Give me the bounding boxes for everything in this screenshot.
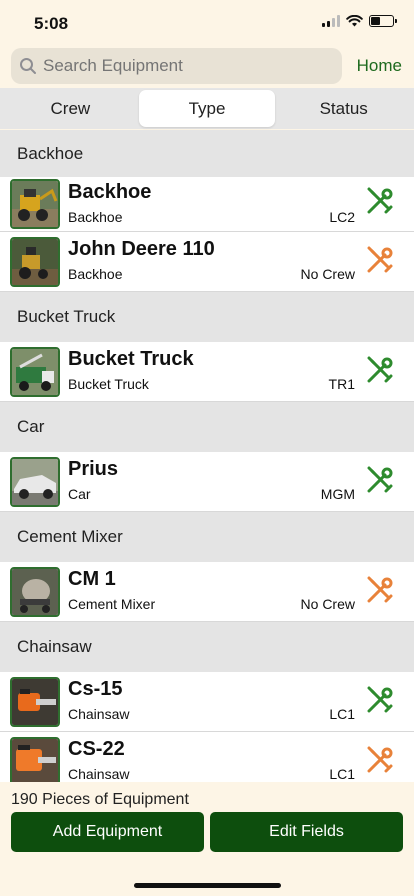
list-item[interactable]: Bucket Truck Bucket Truck TR1 [0,342,414,402]
equipment-name: Bucket Truck [68,348,194,370]
equipment-type: Bucket Truck [68,376,149,392]
equipment-name: Prius [68,458,119,480]
home-indicator[interactable] [134,883,281,888]
list-item[interactable]: Prius Car MGM [0,452,414,512]
list-item[interactable]: CS-22 Chainsaw LC1 [0,732,414,782]
wrench-screwdriver-icon[interactable] [364,466,394,496]
search-icon [20,58,36,74]
edit-fields-button[interactable]: Edit Fields [210,812,403,852]
wrench-screwdriver-icon[interactable] [364,187,394,217]
section-header-chainsaw: Chainsaw [0,622,414,672]
equipment-thumbnail [10,567,60,617]
list-item[interactable]: John Deere 110 Backhoe No Crew [0,232,414,292]
equipment-thumbnail [10,237,60,287]
equipment-name: CM 1 [68,568,116,590]
equipment-type: Chainsaw [68,766,130,782]
section-header-cement-mixer: Cement Mixer [0,512,414,562]
equipment-name: Cs-15 [68,678,123,700]
equipment-thumbnail [10,179,60,229]
equipment-type: Backhoe [68,209,123,225]
tab-crew[interactable]: Crew [2,90,139,127]
equipment-thumbnail [10,677,60,727]
equipment-crew: No Crew [300,596,355,612]
equipment-type: Car [68,486,91,502]
status-icons [322,15,397,27]
signal-icon [322,15,340,27]
equipment-name: Backhoe [68,181,152,203]
equipment-thumbnail [10,347,60,397]
tab-status[interactable]: Status [275,90,412,127]
equipment-type: Backhoe [68,266,123,282]
equipment-count: 190 Pieces of Equipment [11,791,189,808]
wrench-screwdriver-icon[interactable] [364,746,394,776]
search-input[interactable] [43,56,323,76]
status-time: 5:08 [34,14,69,33]
list-item[interactable]: CM 1 Cement Mixer No Crew [0,562,414,622]
wrench-screwdriver-icon[interactable] [364,576,394,606]
equipment-crew: TR1 [328,376,355,392]
section-header-bucket-truck: Bucket Truck [0,292,414,342]
equipment-name: CS-22 [68,738,125,760]
section-header-backhoe: Backhoe [0,130,414,177]
equipment-type: Cement Mixer [68,596,156,612]
search-box[interactable] [11,48,342,84]
segmented-control: Crew Type Status [0,88,414,129]
home-link[interactable]: Home [357,56,402,76]
list-item[interactable]: Cs-15 Chainsaw LC1 [0,672,414,732]
footer: 190 Pieces of Equipment Add Equipment Ed… [0,782,414,896]
equipment-crew: MGM [320,486,355,502]
list-item[interactable]: Backhoe Backhoe LC2 [0,177,414,232]
equipment-crew: LC2 [329,209,355,225]
section-header-car: Car [0,402,414,452]
wifi-icon [346,15,363,27]
equipment-list[interactable]: Backhoe Backhoe Backhoe LC2 John Deere 1… [0,130,414,782]
add-equipment-button[interactable]: Add Equipment [11,812,204,852]
equipment-crew: LC1 [329,766,355,782]
equipment-type: Chainsaw [68,706,130,722]
search-row: Home [11,48,402,84]
equipment-thumbnail [10,737,60,782]
equipment-name: John Deere 110 [68,238,215,260]
status-bar: 5:08 [0,0,414,46]
tab-type[interactable]: Type [138,90,276,127]
wrench-screwdriver-icon[interactable] [364,356,394,386]
equipment-thumbnail [10,457,60,507]
wrench-screwdriver-icon[interactable] [364,686,394,716]
equipment-crew: No Crew [300,266,355,282]
wrench-screwdriver-icon[interactable] [364,246,394,276]
equipment-crew: LC1 [329,706,355,722]
battery-icon [369,15,397,27]
